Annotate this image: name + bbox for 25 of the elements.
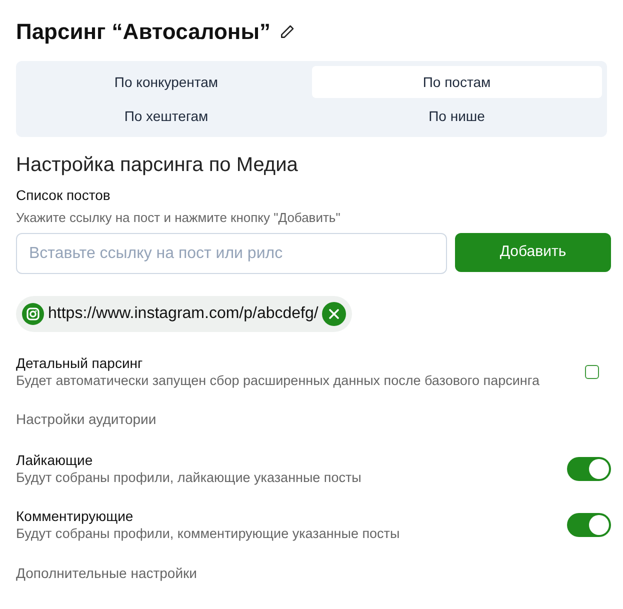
toggle-switch[interactable] bbox=[567, 512, 611, 536]
section-title: Настройка парсинга по Медиа bbox=[16, 153, 299, 178]
pencil-icon[interactable] bbox=[278, 24, 295, 40]
tab[interactable]: По конкурентам bbox=[21, 66, 312, 98]
option-title: Комментирующие bbox=[16, 507, 134, 525]
tab[interactable]: По постам bbox=[312, 66, 602, 98]
field-label: Список постов bbox=[16, 186, 112, 205]
tab[interactable]: По хештегам bbox=[21, 100, 312, 132]
toggle-switch[interactable] bbox=[567, 456, 611, 480]
option-description: Будет автоматически запущен сбор расширенных данных после базового парсинга bbox=[16, 372, 540, 389]
add-button[interactable]: Добавить bbox=[455, 233, 611, 272]
close-icon[interactable] bbox=[322, 302, 346, 326]
hint-text: Укажите ссылку на пост и нажмите кнопку "Добавить" bbox=[16, 209, 342, 227]
group-heading: Настройки аудитории bbox=[16, 410, 158, 428]
group-heading: Дополнительные настройки bbox=[16, 564, 198, 582]
option-title: Детальный парсинг bbox=[16, 354, 144, 372]
link-input[interactable]: Вставьте ссылку на пост или рилс bbox=[16, 233, 447, 274]
page-title: Парсинг “Автосалоны” bbox=[16, 18, 271, 46]
checkbox[interactable] bbox=[585, 364, 599, 378]
link-text: https://www.instagram.com/p/abcdefg/ bbox=[48, 304, 318, 324]
camera-icon bbox=[22, 303, 44, 325]
tab[interactable]: По нише bbox=[312, 100, 602, 132]
option-description: Будут собраны профили, лайкающие указанные посты bbox=[16, 469, 362, 486]
option-description: Будут собраны профили, комментирующие указанные посты bbox=[16, 525, 400, 542]
option-title: Лайкающие bbox=[16, 451, 94, 469]
